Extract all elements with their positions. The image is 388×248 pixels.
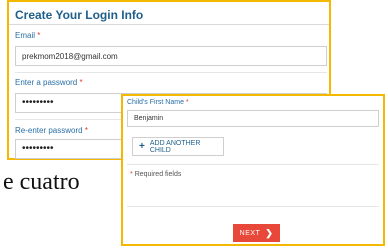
divider [127, 206, 379, 207]
password-label-text: Enter a password [15, 78, 78, 87]
required-asterisk: * [79, 78, 83, 87]
required-fields-text: Required fields [134, 171, 182, 178]
divider [127, 164, 379, 165]
child-first-name-field[interactable]: Benjamin [127, 110, 379, 127]
child-first-name-label-text: Child's First Name [127, 99, 184, 106]
chevron-right-icon: ❯ [265, 227, 274, 238]
email-field[interactable]: prekmom2018@gmail.com [15, 46, 327, 66]
password-label: Enter a password * [15, 78, 83, 87]
title-divider [9, 24, 329, 25]
child-info-card: Child's First Name * Benjamin + ADD ANOT… [121, 94, 385, 246]
background-text: e cuatro [3, 169, 80, 195]
required-fields-note: * Required fields [130, 171, 181, 178]
add-another-child-label: ADD ANOTHER CHILD [149, 139, 201, 154]
reenter-password-label-text: Re-enter password [15, 126, 83, 135]
child-first-name-label: Child's First Name * [127, 99, 189, 106]
next-button-label: NEXT [239, 229, 261, 237]
add-another-child-button[interactable]: + ADD ANOTHER CHILD [132, 137, 224, 156]
email-label-text: Email [15, 31, 36, 40]
plus-icon: + [139, 141, 145, 152]
login-card-title: Create Your Login Info [15, 8, 144, 22]
required-asterisk: * [84, 126, 88, 135]
reenter-password-label: Re-enter password * [15, 126, 88, 135]
divider [15, 72, 327, 73]
required-asterisk: * [185, 99, 189, 106]
next-button[interactable]: NEXT ❯ [233, 224, 280, 242]
email-label: Email * [15, 31, 40, 40]
required-asterisk: * [37, 31, 41, 40]
required-asterisk: * [130, 171, 133, 178]
